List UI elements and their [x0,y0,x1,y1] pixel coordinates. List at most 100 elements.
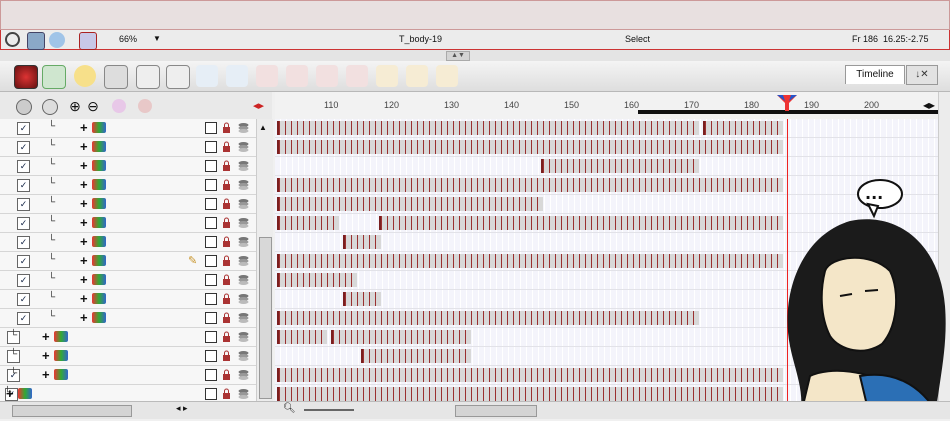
exposure-segment[interactable] [343,235,381,249]
layer-row[interactable]: ✓ └ + ✎ [0,252,256,271]
exposure-segment[interactable] [277,273,357,287]
layer-stack-icon[interactable] [238,198,249,209]
layer-row[interactable]: ✓ └ + [0,214,256,233]
crosshair-icon[interactable] [5,32,20,47]
layer-row[interactable]: ✓ └ + [0,176,256,195]
lock-icon[interactable] [222,236,231,247]
add-drawing-icon[interactable] [74,65,96,87]
layer-visibility-checkbox[interactable]: ✓ [17,255,30,268]
exposure-segment[interactable] [277,330,327,344]
zoom-icon[interactable]: 🔍︎ [283,403,296,414]
scroll-up-icon[interactable]: ▲ [259,123,267,132]
exposure-segment[interactable] [277,368,783,382]
layer-row[interactable]: ✓ └ + [0,366,256,385]
exposure-segment[interactable] [379,216,783,230]
layer-visibility-checkbox[interactable]: ✓ [17,217,30,230]
tab-menu-close-icon[interactable]: ↓✕ [906,65,938,85]
timeline-track[interactable] [275,138,938,157]
layer-outline-toggle[interactable] [205,160,217,172]
exposure-segment[interactable] [277,254,783,268]
lock-icon[interactable] [222,217,231,228]
waveform-icon[interactable] [42,65,66,89]
zoom-dropdown-icon[interactable]: ▼ [153,34,161,43]
layer-stack-icon[interactable] [238,274,249,285]
curve-icon[interactable] [406,65,428,87]
lock-icon[interactable] [222,350,231,361]
layer-row[interactable]: └ + [0,328,256,347]
keyframe-icon[interactable] [196,65,218,87]
exposure-segment[interactable] [331,330,471,344]
layer-stack-icon[interactable] [238,369,249,380]
exposure-segment[interactable] [277,140,783,154]
layer-stack-icon[interactable] [238,350,249,361]
layer-outline-toggle[interactable] [205,350,217,362]
prev-key-icon[interactable] [316,65,338,87]
layer-outline-toggle[interactable] [205,236,217,248]
layer-row[interactable]: ✓ └ + [0,233,256,252]
lock-icon[interactable] [222,141,231,152]
collapse-handle[interactable]: ▲▼ [446,51,470,61]
layer-stack-icon[interactable] [238,122,249,133]
exposure-segment[interactable] [277,197,543,211]
layer-outline-toggle[interactable] [205,388,217,400]
exposure-segment[interactable] [277,387,783,401]
layer-outline-toggle[interactable] [205,293,217,305]
exposure-segment[interactable] [541,159,699,173]
record-icon[interactable] [14,65,38,89]
layer-stack-icon[interactable] [238,255,249,266]
layer-stack-icon[interactable] [238,141,249,152]
add-peg-icon[interactable] [112,99,126,113]
timeline-track[interactable] [275,119,938,138]
layer-visibility-checkbox[interactable]: ✓ [17,141,30,154]
camera-mask-icon[interactable] [79,32,97,50]
layer-row[interactable]: ✓ └ + [0,271,256,290]
layer-row[interactable]: └ + [0,347,256,366]
layer-visibility-checkbox[interactable]: ✓ [17,122,30,135]
eye-icon[interactable] [16,99,32,115]
exposure-segment[interactable] [277,178,783,192]
layer-outline-toggle[interactable] [205,255,217,267]
layer-stack-icon[interactable] [238,217,249,228]
keyframe-add-icon[interactable] [226,65,248,87]
layer-stack-icon[interactable] [238,293,249,304]
lock-icon[interactable] [222,160,231,171]
onion-skin-icon[interactable] [42,99,58,115]
layer-stack-icon[interactable] [238,312,249,323]
layer-row[interactable]: ✓ └ + [0,138,256,157]
add-page-icon[interactable] [166,65,190,89]
ease-icon[interactable] [376,65,398,87]
lock-icon[interactable] [222,179,231,190]
lock-icon[interactable] [222,312,231,323]
expand-collapse-icon[interactable]: ◂▸ [253,99,267,113]
layer-stack-icon[interactable] [238,179,249,190]
stop-motion-key-icon[interactable] [286,65,308,87]
layer-visibility-checkbox[interactable]: ✓ [17,274,30,287]
ruler-scroll-arrows-icon[interactable]: ◂▸ [923,98,935,112]
add-layer-icon[interactable]: ⊕ [68,99,82,113]
exposure-segment[interactable] [343,292,381,306]
scroll-thumb[interactable] [259,237,272,399]
next-key-icon[interactable] [346,65,368,87]
layer-hscroll-thumb[interactable] [12,405,132,417]
timeline-hscroll-thumb[interactable] [455,405,537,417]
layer-visibility-checkbox[interactable]: ✓ [17,293,30,306]
layer-row[interactable]: ✓ └ + [0,195,256,214]
layer-outline-toggle[interactable] [205,122,217,134]
lock-icon[interactable] [222,388,231,399]
layer-outline-toggle[interactable] [205,369,217,381]
exposure-segment[interactable] [277,121,699,135]
layer-visibility-checkbox[interactable]: ✓ [17,236,30,249]
lock-icon[interactable] [222,198,231,209]
exposure-segment[interactable] [277,216,339,230]
layer-outline-toggle[interactable] [205,217,217,229]
lock-icon[interactable] [222,369,231,380]
exposure-segment[interactable] [277,311,699,325]
lock-icon[interactable] [222,293,231,304]
layer-row[interactable]: ✓ └ + [0,119,256,138]
layer-visibility-checkbox[interactable]: ✓ [17,179,30,192]
interpolation-icon[interactable] [436,65,458,87]
exposure-segment[interactable] [361,349,471,363]
layer-scroll-arrows-icon[interactable]: ◂ ▸ [176,403,188,414]
layer-stack-icon[interactable] [238,331,249,342]
delete-layer-icon[interactable]: ⊖ [86,99,100,113]
